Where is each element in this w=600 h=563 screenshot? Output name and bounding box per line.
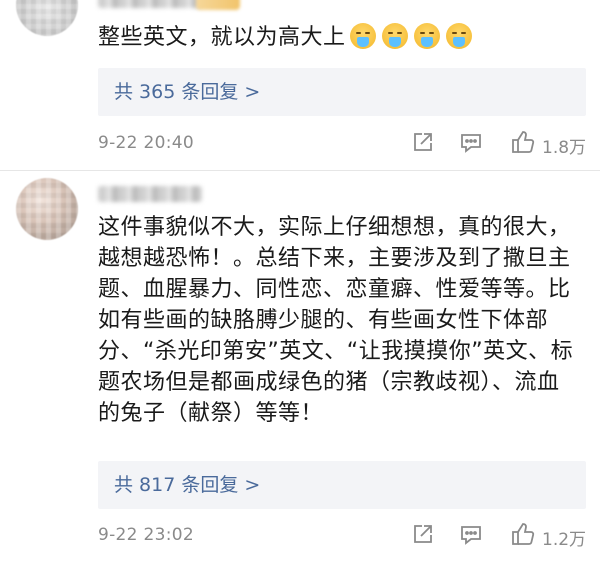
fearful-face-icon <box>381 23 408 49</box>
timestamp: 9-22 23:02 <box>98 525 194 545</box>
comment-text: 整些英文，就以为高大上 <box>98 22 594 53</box>
like-icon[interactable] <box>510 521 536 547</box>
reply-count-link[interactable]: 共 365 条回复 > <box>98 68 586 116</box>
comment-text-content: 整些英文，就以为高大上 <box>98 25 346 50</box>
comment-meta: 9-22 23:02 1.2万 <box>98 521 594 551</box>
emoji-group <box>349 23 472 49</box>
comment-card: 这件事貌似不大，实际上仔细想想，真的很大， 越想越恐怖！。总结下来，主要涉及到了… <box>0 172 600 563</box>
comment-icon[interactable] <box>458 129 484 155</box>
timestamp: 9-22 20:40 <box>98 133 194 153</box>
like-count: 1.2万 <box>542 530 587 550</box>
comment-text: 这件事貌似不大，实际上仔细想想，真的很大， 越想越恐怖！。总结下来，主要涉及到了… <box>98 215 574 426</box>
share-icon[interactable] <box>410 521 436 547</box>
share-icon[interactable] <box>410 129 436 155</box>
like-count: 1.8万 <box>542 138 587 158</box>
fearful-face-icon <box>445 23 472 49</box>
comment-card: 整些英文，就以为高大上 共 365 条回复 > 9-22 20:40 1.8万 <box>0 0 600 170</box>
comment-icon[interactable] <box>458 521 484 547</box>
fearful-face-icon <box>349 23 376 49</box>
avatar[interactable] <box>16 178 78 240</box>
reply-count-link[interactable]: 共 817 条回复 > <box>98 461 586 509</box>
divider <box>0 170 600 171</box>
comment-meta: 9-22 20:40 1.8万 <box>98 129 594 159</box>
vip-badge <box>196 0 240 10</box>
fearful-face-icon <box>413 23 440 49</box>
like-icon[interactable] <box>510 129 536 155</box>
username-blurred[interactable] <box>98 0 202 8</box>
avatar[interactable] <box>16 0 78 36</box>
username-blurred[interactable] <box>98 186 202 202</box>
